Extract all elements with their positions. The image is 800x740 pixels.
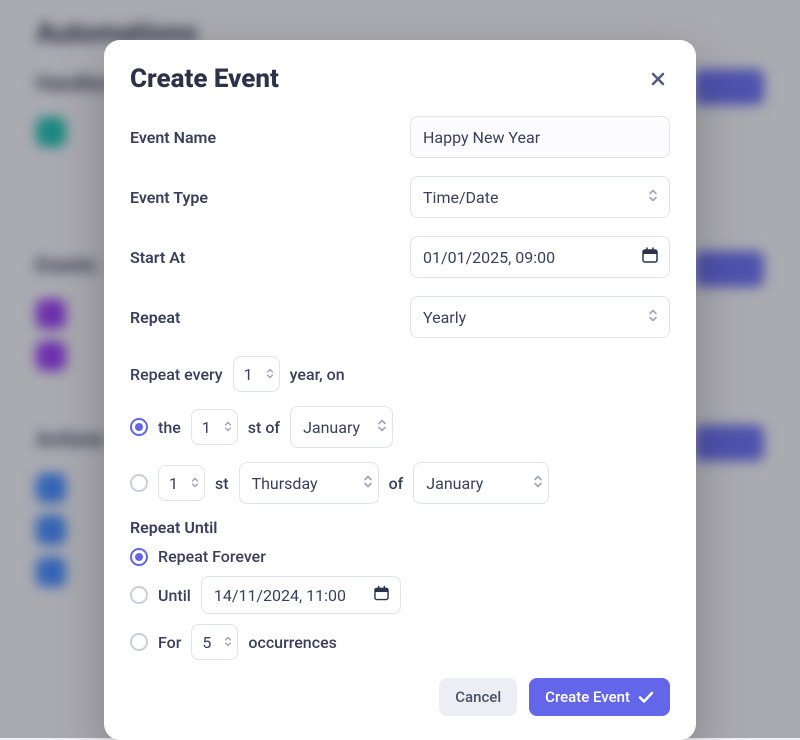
occurrences-value: 5 [202, 633, 211, 652]
repeat-value: Yearly [423, 308, 466, 327]
repeat-forever-label: Repeat Forever [158, 547, 266, 566]
repeat-every-suffix: year, on [290, 365, 345, 384]
event-name-input[interactable] [410, 116, 670, 158]
create-event-button-label: Create Event [545, 688, 630, 706]
modal-title: Create Event [130, 64, 279, 94]
event-type-value: Time/Date [423, 188, 498, 207]
cancel-button[interactable]: Cancel [439, 678, 517, 716]
of-label: of [389, 474, 404, 493]
month-1-value: January [303, 418, 360, 437]
for-radio[interactable] [130, 633, 148, 651]
start-at-label: Start At [130, 248, 410, 267]
start-at-input[interactable]: 01/01/2025, 09:00 [410, 236, 670, 278]
repeat-every-count-value: 1 [244, 365, 253, 384]
repeat-on-date-radio[interactable] [130, 418, 148, 436]
repeat-until-label: Repeat Until [130, 518, 670, 537]
create-event-modal: Create Event Event Name Event Type Time/… [104, 40, 696, 740]
month-select-2[interactable]: January [413, 462, 549, 504]
repeat-on-weekday-row: 1 st Thursday of January [130, 462, 670, 504]
month-2-value: January [426, 474, 483, 493]
modal-header: Create Event [130, 64, 670, 94]
until-label: Until [158, 586, 191, 605]
until-date-value: 14/11/2024, 11:00 [214, 586, 346, 605]
for-occurrences-row: For 5 occurrences [130, 624, 670, 660]
for-suffix-label: occurrences [248, 633, 336, 652]
repeat-on-weekday-radio[interactable] [130, 474, 148, 492]
repeat-forever-row: Repeat Forever [130, 547, 670, 566]
repeat-row: Repeat Yearly [130, 296, 670, 338]
repeat-on-date-row: the 1 st of January [130, 406, 670, 448]
repeat-label: Repeat [130, 308, 410, 327]
st-label: st [215, 474, 229, 493]
repeat-every-prefix: Repeat every [130, 365, 223, 384]
the-label: the [158, 418, 181, 437]
occurrences-select[interactable]: 5 [191, 624, 238, 660]
repeat-every-row: Repeat every 1 year, on [130, 356, 670, 392]
st-of-label: st of [248, 418, 280, 437]
weekday-select[interactable]: Thursday [239, 462, 379, 504]
day-number-select[interactable]: 1 [191, 409, 238, 445]
weekday-value: Thursday [252, 474, 318, 493]
cancel-button-label: Cancel [455, 688, 501, 706]
event-type-label: Event Type [130, 188, 410, 207]
repeat-every-count-select[interactable]: 1 [233, 356, 280, 392]
event-type-row: Event Type Time/Date [130, 176, 670, 218]
event-name-label: Event Name [130, 128, 410, 147]
event-name-row: Event Name [130, 116, 670, 158]
close-button[interactable] [646, 67, 670, 91]
for-prefix-label: For [158, 633, 181, 652]
month-select-1[interactable]: January [290, 406, 393, 448]
start-at-value: 01/01/2025, 09:00 [423, 248, 555, 267]
create-event-button[interactable]: Create Event [529, 678, 670, 716]
start-at-row: Start At 01/01/2025, 09:00 [130, 236, 670, 278]
ordinal-value: 1 [169, 474, 178, 493]
day-number-value: 1 [202, 418, 211, 437]
until-date-input[interactable]: 14/11/2024, 11:00 [201, 576, 401, 614]
repeat-forever-radio[interactable] [130, 548, 148, 566]
check-icon [638, 689, 654, 705]
event-type-select[interactable]: Time/Date [410, 176, 670, 218]
ordinal-select[interactable]: 1 [158, 465, 205, 501]
modal-footer: Cancel Create Event [130, 678, 670, 716]
until-row: Until 14/11/2024, 11:00 [130, 576, 670, 614]
repeat-select[interactable]: Yearly [410, 296, 670, 338]
modal-overlay: Create Event Event Name Event Type Time/… [0, 0, 800, 738]
until-radio[interactable] [130, 586, 148, 604]
close-icon [650, 71, 666, 87]
